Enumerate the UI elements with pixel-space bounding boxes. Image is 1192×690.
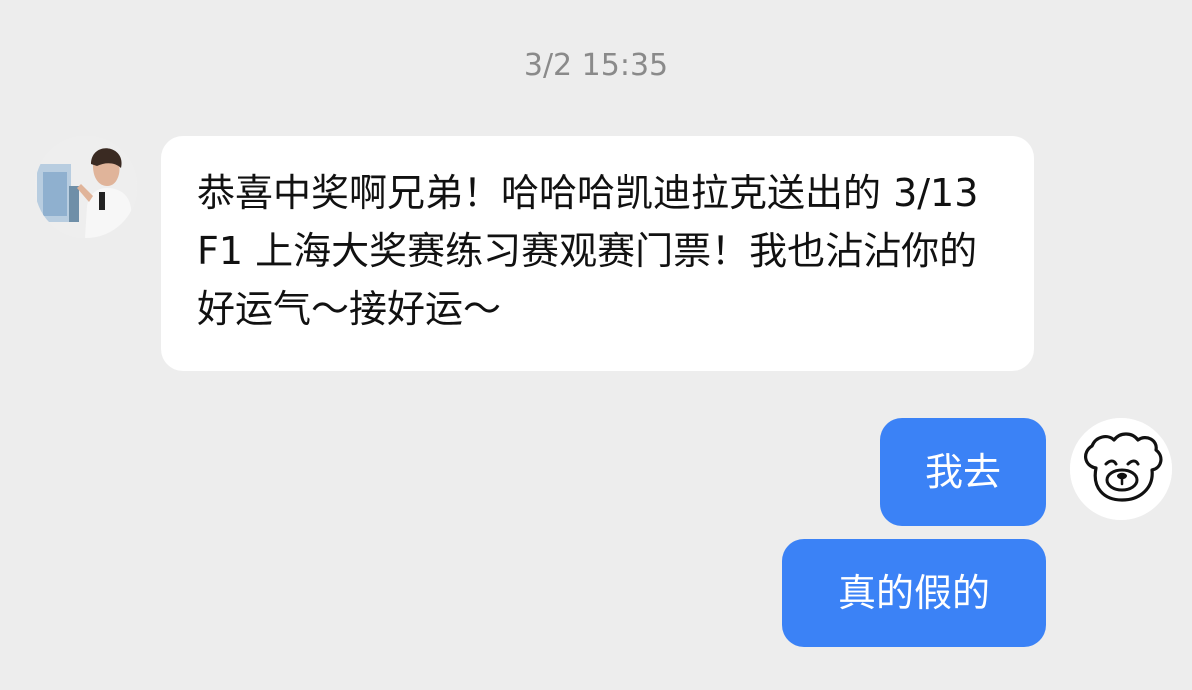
incoming-message-bubble[interactable]: 恭喜中奖啊兄弟！哈哈哈凯迪拉克送出的 3/13 F1 上海大奖赛练习赛观赛门票！… <box>161 136 1034 371</box>
outgoing-message-text: 真的假的 <box>837 571 990 615</box>
contact-photo-avatar <box>35 136 137 238</box>
self-avatar[interactable] <box>1070 418 1172 520</box>
message-timestamp: 3/2 15:35 <box>523 48 669 83</box>
contact-avatar[interactable] <box>35 136 137 238</box>
cartoon-bear-face-icon <box>1070 418 1172 520</box>
outgoing-message-bubble[interactable]: 我去 <box>880 418 1046 526</box>
outgoing-message-bubble[interactable]: 真的假的 <box>782 539 1046 647</box>
outgoing-message-text: 我去 <box>924 450 1001 494</box>
incoming-message-text: 恭喜中奖啊兄弟！哈哈哈凯迪拉克送出的 3/13 F1 上海大奖赛练习赛观赛门票！… <box>197 171 979 331</box>
